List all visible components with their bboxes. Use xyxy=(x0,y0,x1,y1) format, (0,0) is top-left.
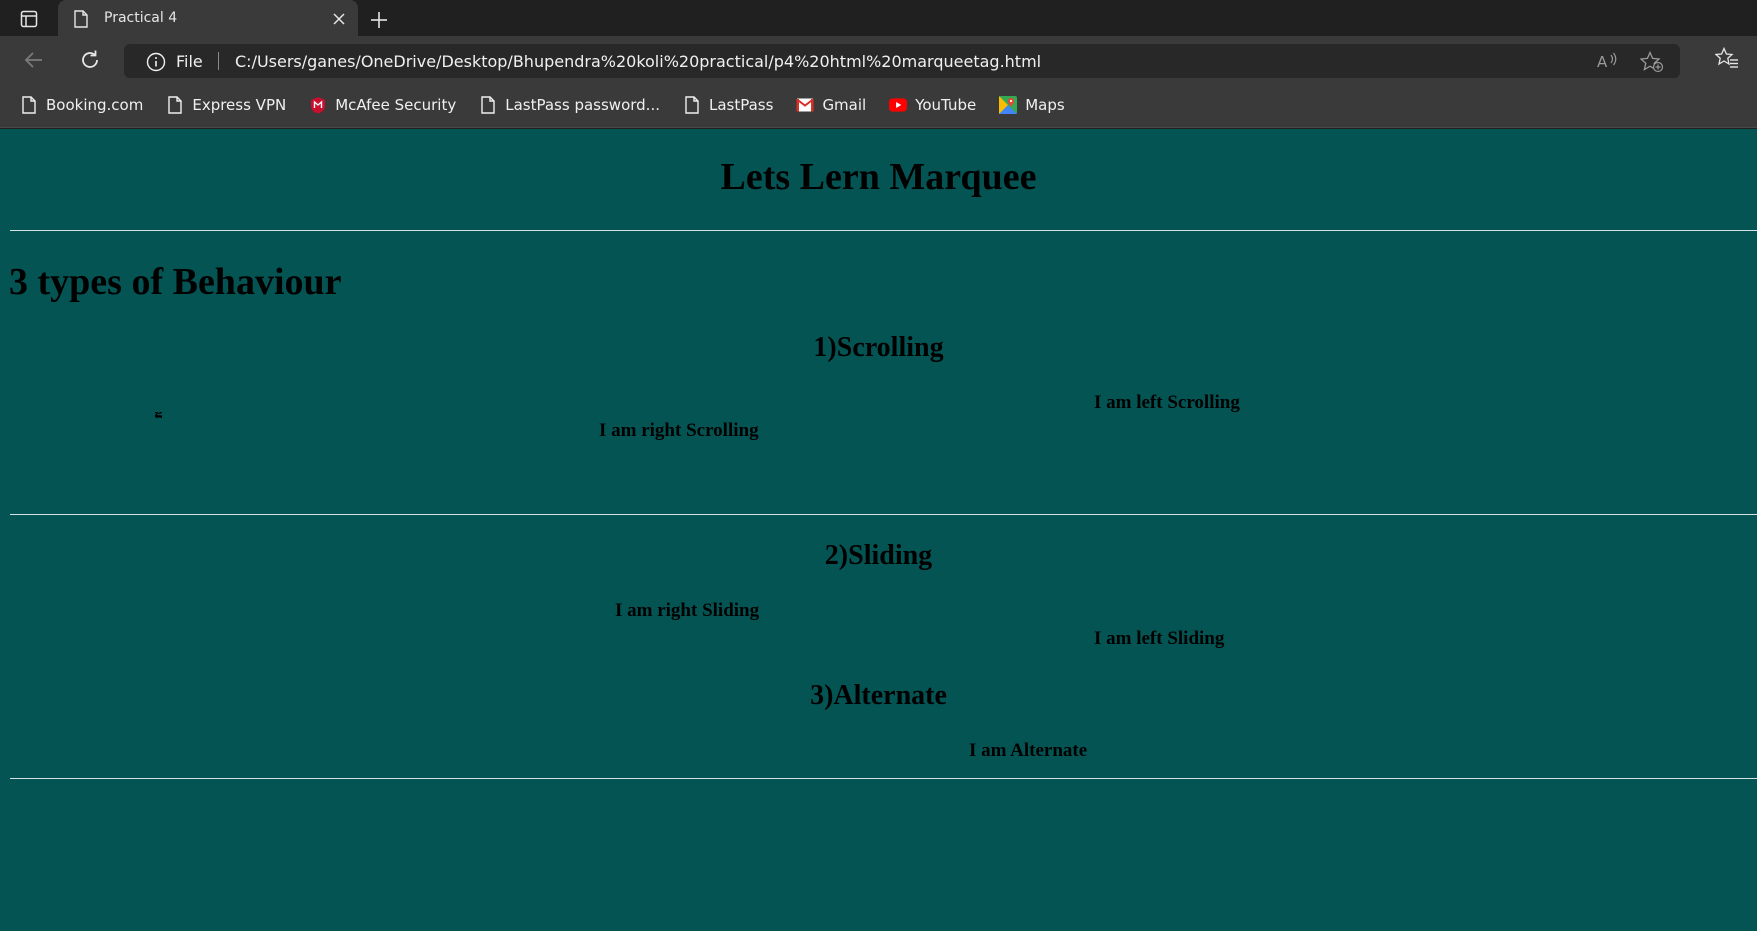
bookmark-gmail[interactable]: Gmail xyxy=(796,96,866,114)
alternate-heading: 3)Alternate xyxy=(810,680,947,711)
bookmarks-bar: Booking.com Express VPN McAfee Security … xyxy=(0,83,1757,128)
youtube-icon xyxy=(889,96,908,114)
tab-title: Practical 4 xyxy=(104,10,178,26)
marquee-right-scrolling: I am right Scrolling xyxy=(599,420,759,441)
divider-3 xyxy=(10,778,1757,779)
back-icon[interactable] xyxy=(22,48,46,72)
reload-icon[interactable] xyxy=(78,48,102,72)
bookmark-mcafee[interactable]: McAfee Security xyxy=(309,96,456,114)
sliding-heading: 2)Sliding xyxy=(824,540,933,571)
divider-2 xyxy=(10,514,1757,515)
behaviour-heading: 3 types of Behaviour xyxy=(9,261,342,303)
browser-toolbar: File C:/Users/ganes/OneDrive/Desktop/Bhu… xyxy=(0,36,1757,83)
bookmark-label: McAfee Security xyxy=(335,96,457,114)
mcafee-icon xyxy=(309,96,327,114)
favorites-icon[interactable] xyxy=(1714,46,1739,73)
marquee-alternate: I am Alternate xyxy=(969,740,1088,761)
new-tab-icon[interactable] xyxy=(368,9,390,31)
bookmark-label: YouTube xyxy=(915,96,977,114)
svg-text:A: A xyxy=(1597,53,1608,71)
bookmark-lastpass[interactable]: LastPass xyxy=(683,96,773,114)
bookmark-label: Booking.com xyxy=(46,96,144,114)
page-icon xyxy=(74,10,88,32)
bookmark-label: LastPass password... xyxy=(505,96,660,114)
bookmark-express-vpn[interactable]: Express VPN xyxy=(166,96,286,114)
address-separator xyxy=(218,52,219,70)
bookmark-label: Maps xyxy=(1025,96,1065,114)
page-icon xyxy=(20,96,38,114)
read-aloud-icon[interactable]: A xyxy=(1596,51,1618,75)
maps-icon xyxy=(999,96,1018,114)
tab-practical-4[interactable]: Practical 4 xyxy=(58,0,358,37)
bookmark-label: Express VPN xyxy=(192,96,287,114)
page-icon xyxy=(683,96,701,114)
tab-actions-icon[interactable] xyxy=(14,8,44,30)
page-content: Lets Lern Marquee 3 types of Behaviour 1… xyxy=(0,129,1757,931)
page-icon xyxy=(479,96,497,114)
tab-strip: Practical 4 xyxy=(0,0,1757,37)
url-text[interactable]: C:/Users/ganes/OneDrive/Desktop/Bhupendr… xyxy=(235,52,1041,71)
gmail-icon xyxy=(796,96,815,114)
marquee-partial-glyph: g xyxy=(154,412,162,418)
page-icon xyxy=(166,96,184,114)
scheme-label: File xyxy=(176,52,203,71)
bookmark-lastpass-password[interactable]: LastPass password... xyxy=(479,96,660,114)
marquee-left-sliding: I am left Sliding xyxy=(1094,628,1225,649)
bookmark-booking[interactable]: Booking.com xyxy=(20,96,143,114)
scrolling-heading: 1)Scrolling xyxy=(813,332,944,363)
page-title: Lets Lern Marquee xyxy=(720,156,1037,198)
bookmark-maps[interactable]: Maps xyxy=(999,96,1065,114)
bookmark-youtube[interactable]: YouTube xyxy=(889,96,976,114)
bookmark-label: LastPass xyxy=(708,96,774,114)
marquee-right-sliding: I am right Sliding xyxy=(615,600,760,621)
add-favorite-icon[interactable] xyxy=(1639,50,1664,77)
info-icon[interactable] xyxy=(146,52,166,76)
bookmark-label: Gmail xyxy=(822,96,867,114)
divider-1 xyxy=(10,230,1757,231)
close-tab-icon[interactable] xyxy=(332,11,346,25)
address-bar[interactable]: File C:/Users/ganes/OneDrive/Desktop/Bhu… xyxy=(124,44,1680,78)
marquee-left-scrolling: I am left Scrolling xyxy=(1094,392,1240,413)
